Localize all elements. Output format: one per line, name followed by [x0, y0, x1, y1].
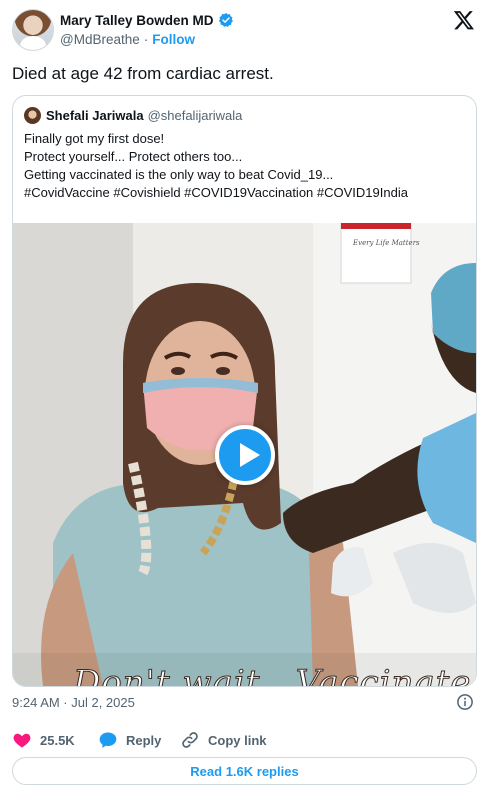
quoted-tweet-card[interactable]: Shefali Jariwala @shefalijariwala Finall…: [12, 95, 477, 687]
author-display-name[interactable]: Mary Talley Bowden MD: [60, 13, 214, 28]
author-avatar[interactable]: [12, 9, 54, 51]
follow-link[interactable]: Follow: [152, 32, 195, 47]
reply-bubble-icon: [99, 732, 117, 748]
embedded-tweet: Mary Talley Bowden MD @MdBreathe · Follo…: [0, 0, 489, 788]
author-name-row: Mary Talley Bowden MD: [60, 12, 234, 28]
quoted-author-row: Shefali Jariwala @shefalijariwala: [46, 108, 242, 123]
tweet-actions: 25.5K Reply Copy link: [12, 730, 267, 750]
tweet-text: Died at age 42 from cardiac arrest.: [12, 64, 274, 83]
copy-link-label: Copy link: [208, 732, 267, 748]
video-thumbnail[interactable]: Every Life Matters Don't wait...Vaccinat…: [13, 223, 476, 686]
play-icon[interactable]: [215, 425, 275, 485]
verified-badge-icon: [218, 13, 233, 27]
quoted-author-avatar[interactable]: [24, 107, 41, 124]
quoted-author-handle[interactable]: @shefalijariwala: [148, 108, 243, 123]
poster-text: Every Life Matters: [352, 239, 420, 247]
quoted-text-line: Finally got my first dose!: [24, 131, 165, 146]
reply-label: Reply: [126, 732, 162, 748]
x-logo-icon[interactable]: [453, 9, 475, 31]
wall-poster: Every Life Matters: [340, 223, 420, 284]
quoted-author-display-name[interactable]: Shefali Jariwala: [46, 108, 144, 123]
like-count: 25.5K: [40, 732, 75, 748]
tweet-timestamp[interactable]: 9:24 AM · Jul 2, 2025: [12, 695, 135, 710]
read-replies-button[interactable]: Read 1.6K replies: [12, 757, 477, 785]
link-icon: [182, 732, 198, 748]
quoted-text-line: Getting vaccinated is the only way to be…: [24, 167, 334, 182]
quoted-text-line-hashtags[interactable]: #CovidVaccine #Covishield #COVID19Vaccin…: [24, 184, 408, 202]
author-handle-row: @MdBreathe · Follow: [60, 32, 195, 47]
author-handle[interactable]: @MdBreathe: [60, 32, 140, 47]
like-button[interactable]: 25.5K: [12, 730, 98, 750]
heart-icon: [13, 733, 31, 748]
quoted-tweet-text: Finally got my first dose! Protect yours…: [24, 130, 408, 202]
video-caption: Don't wait...Vaccinate: [72, 663, 472, 687]
handle-separator: ·: [143, 32, 149, 47]
info-icon[interactable]: [456, 693, 474, 711]
quoted-text-line: Protect yourself... Protect others too..…: [24, 149, 243, 164]
reply-button[interactable]: Reply: [98, 730, 180, 750]
copy-link-button[interactable]: Copy link: [180, 730, 267, 750]
